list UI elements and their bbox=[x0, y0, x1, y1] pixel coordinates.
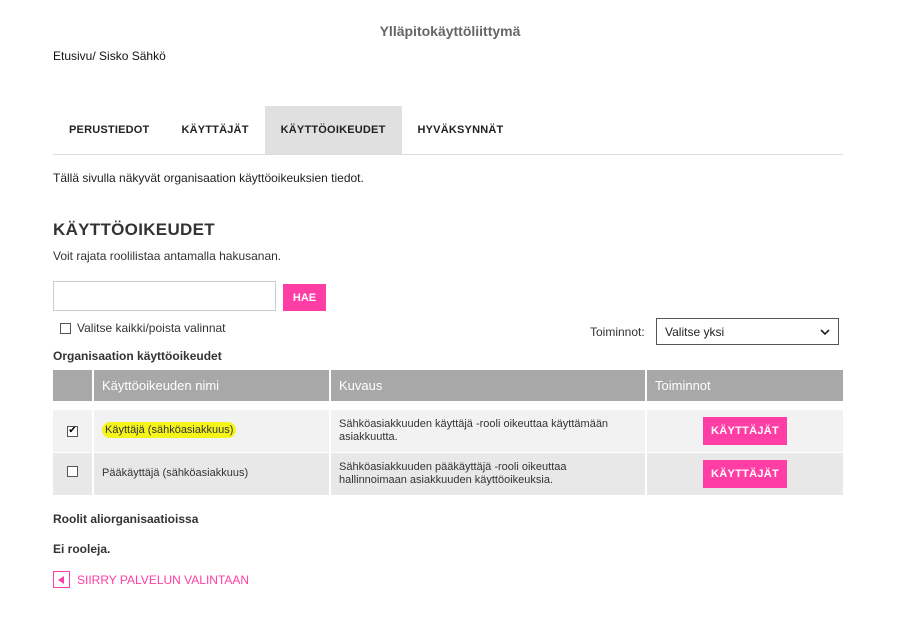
triangle-left-icon bbox=[53, 571, 70, 588]
tab-kayttooikeudet[interactable]: KÄYTTÖOIKEUDET bbox=[264, 106, 402, 154]
table-header-row: Käyttöoikeuden nimi Kuvaus Toiminnot bbox=[53, 370, 843, 401]
tab-kayttajat[interactable]: KÄYTTÄJÄT bbox=[165, 106, 264, 154]
roles-table: Käyttöoikeuden nimi Kuvaus Toiminnot ✔ K… bbox=[53, 370, 843, 496]
role-name: Pääkäyttäjä (sähköasiakkuus) bbox=[93, 452, 331, 496]
actions-select-value: Valitse yksi bbox=[665, 324, 725, 339]
back-link-label: SIIRRY PALVELUN VALINTAAN bbox=[77, 572, 250, 587]
role-description: Sähköasiakkuuden pääkäyttäjä -rooli oike… bbox=[330, 452, 647, 496]
tab-hyvaksynnat[interactable]: HYVÄKSYNNÄT bbox=[402, 106, 520, 154]
role-description: Sähköasiakkuuden käyttäjä -rooli oikeutt… bbox=[330, 409, 647, 453]
select-all-label: Valitse kaikki/poista valinnat bbox=[77, 321, 226, 335]
breadcrumb: Etusivu/ Sisko Sähkö bbox=[53, 49, 166, 63]
column-header-actions: Toiminnot bbox=[646, 370, 843, 401]
row-checkbox[interactable]: ✔ bbox=[67, 425, 78, 437]
table-title: Organisaation käyttöoikeudet bbox=[53, 349, 222, 363]
table-row: Pääkäyttäjä (sähköasiakkuus) Sähköasiakk… bbox=[53, 452, 843, 496]
tab-perustiedot[interactable]: PERUSTIEDOT bbox=[53, 106, 165, 154]
breadcrumb-home[interactable]: Etusivu bbox=[53, 49, 92, 63]
intro-text: Tällä sivulla näkyvät organisaation käyt… bbox=[53, 171, 364, 185]
column-header-select bbox=[53, 370, 94, 401]
breadcrumb-current: Sisko Sähkö bbox=[99, 49, 166, 63]
column-header-name: Käyttöoikeuden nimi bbox=[93, 370, 331, 401]
table-row: ✔ Käyttäjä (sähköasiakkuus) Sähköasiakku… bbox=[53, 409, 843, 453]
sub-organisations-title: Roolit aliorganisaatioissa bbox=[53, 512, 199, 526]
breadcrumb-separator: / bbox=[92, 49, 96, 63]
users-button[interactable]: KÄYTTÄJÄT bbox=[703, 416, 787, 445]
actions-label: Toiminnot: bbox=[590, 325, 645, 339]
section-title: KÄYTTÖOIKEUDET bbox=[53, 220, 215, 239]
select-all-checkbox[interactable] bbox=[60, 322, 71, 334]
search-input[interactable] bbox=[53, 281, 276, 311]
select-all-toggle[interactable]: Valitse kaikki/poista valinnat bbox=[60, 321, 226, 335]
section-description: Voit rajata roolilistaa antamalla hakusa… bbox=[53, 249, 282, 263]
search-button[interactable]: HAE bbox=[283, 284, 326, 311]
users-button[interactable]: KÄYTTÄJÄT bbox=[703, 459, 787, 488]
role-name: Käyttäjä (sähköasiakkuus) bbox=[102, 422, 237, 438]
back-to-services-link[interactable]: SIIRRY PALVELUN VALINTAAN bbox=[53, 571, 249, 588]
column-header-description: Kuvaus bbox=[330, 370, 647, 401]
actions-select[interactable]: Valitse yksi bbox=[656, 318, 839, 345]
row-checkbox[interactable] bbox=[67, 466, 78, 477]
tab-bar: PERUSTIEDOT KÄYTTÄJÄT KÄYTTÖOIKEUDET HYV… bbox=[53, 106, 843, 155]
app-title: Ylläpitokäyttöliittymä bbox=[379, 23, 521, 39]
chevron-down-icon bbox=[820, 328, 830, 335]
no-roles-text: Ei rooleja. bbox=[53, 542, 111, 556]
